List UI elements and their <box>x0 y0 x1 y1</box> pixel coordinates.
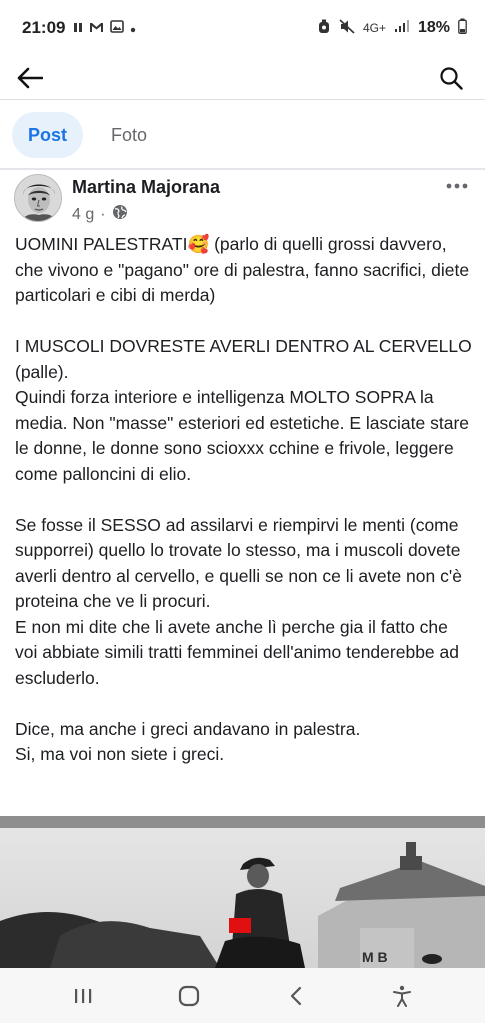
post-meta: 4 g · <box>72 204 128 225</box>
globe-icon <box>112 204 128 225</box>
back-icon <box>290 986 301 1005</box>
post-text: UOMINI PALESTRATI🥰 (parlo di quelli gros… <box>15 232 475 768</box>
accessibility-button[interactable] <box>382 976 422 1016</box>
building-sign: M B <box>362 949 388 965</box>
post-paragraph: UOMINI PALESTRATI🥰 (parlo di quelli gros… <box>15 232 475 309</box>
post-paragraph-text: UOMINI PALESTRATI <box>15 234 188 254</box>
post-paragraph: Se fosse il SESSO ad assilarvi e riempir… <box>15 514 462 688</box>
status-left: 21:09 <box>22 18 136 38</box>
gallery-icon <box>110 20 125 36</box>
recent-apps-button[interactable] <box>63 976 103 1016</box>
system-nav-bar <box>0 968 485 1023</box>
home-button[interactable] <box>169 976 209 1016</box>
post-author[interactable]: Martina Majorana <box>72 177 220 198</box>
pause-icon <box>73 21 83 36</box>
more-icon <box>446 183 468 189</box>
accessibility-icon <box>392 985 411 1007</box>
app-bar <box>0 56 485 100</box>
post-paragraph: Dice, ma anche i greci andavano in pales… <box>15 718 361 765</box>
dot-icon <box>130 21 136 36</box>
gmail-icon <box>89 21 104 36</box>
notification-icons <box>73 20 136 36</box>
recent-apps-icon <box>75 988 92 1003</box>
alarm-icon <box>317 19 331 38</box>
status-time: 21:09 <box>22 18 66 37</box>
battery-level: 18% <box>417 19 450 36</box>
post-paragraph: I MUSCOLI DOVRESTE AVERLI DENTRO AL CERV… <box>15 336 472 484</box>
post-time[interactable]: 4 g <box>72 206 94 224</box>
status-right: 4G+ 18% <box>317 18 467 38</box>
mute-icon <box>339 18 355 38</box>
search-icon <box>440 66 463 90</box>
tab-foto[interactable]: Foto <box>95 112 163 158</box>
signal-icon <box>394 19 410 37</box>
nav-back-button[interactable] <box>276 976 316 1016</box>
status-bar: 21:09 4G+ 18% <box>0 0 485 56</box>
avatar[interactable] <box>14 174 62 222</box>
post-header: Martina Majorana 4 g · <box>14 174 474 228</box>
profile-tabs: Post Foto <box>12 112 163 158</box>
back-button[interactable] <box>14 62 46 94</box>
post-options-button[interactable] <box>442 176 472 196</box>
smiling-face-hearts-emoji: 🥰 <box>187 234 210 254</box>
network-type: 4G+ <box>362 21 386 35</box>
home-icon <box>179 985 200 1006</box>
arrow-left-icon <box>17 67 43 88</box>
post-photo[interactable]: M B <box>0 816 485 968</box>
battery-icon <box>458 18 467 38</box>
meta-separator: · <box>100 205 106 223</box>
search-button[interactable] <box>435 62 467 94</box>
section-divider <box>0 168 485 170</box>
tab-post[interactable]: Post <box>12 112 84 158</box>
